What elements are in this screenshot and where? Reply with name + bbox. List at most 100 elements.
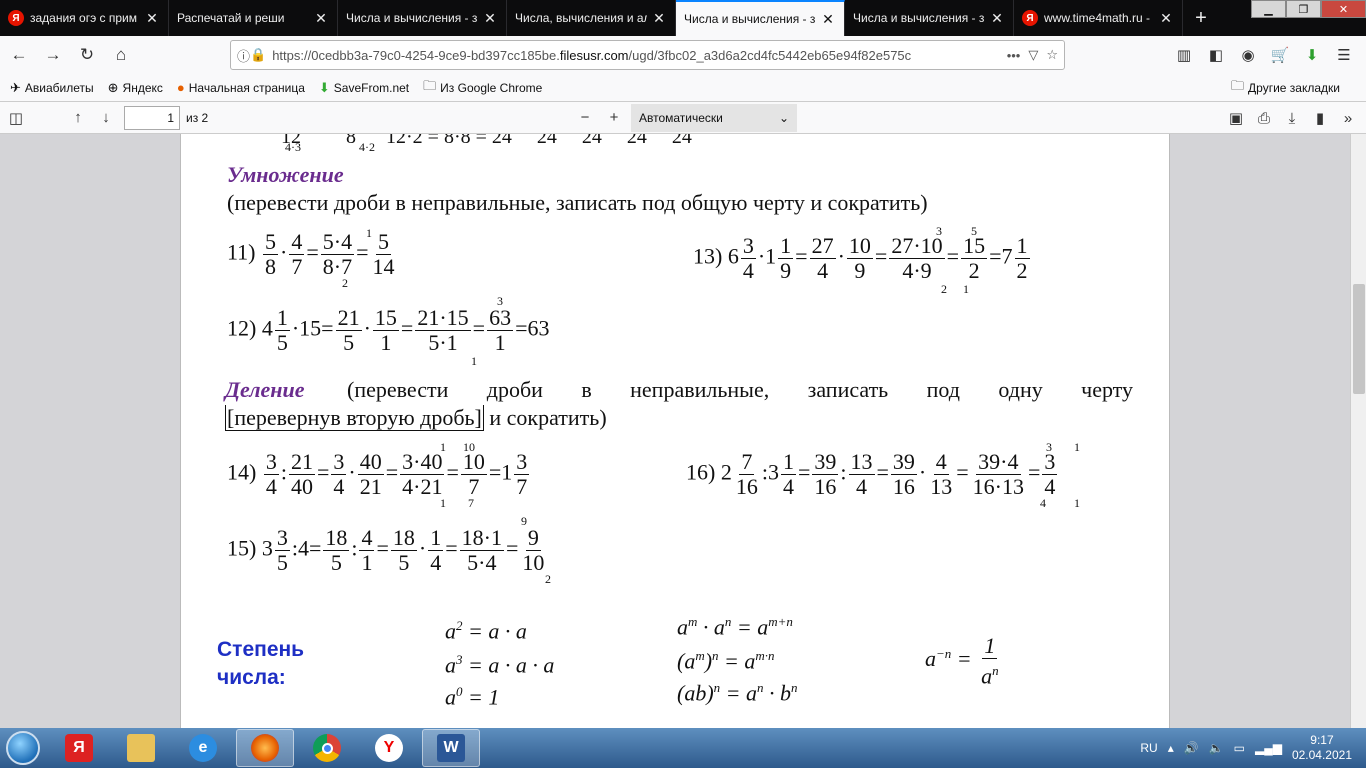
bookmark-4[interactable]: 🗀 Из Google Chrome <box>423 77 542 99</box>
scrollbar-thumb[interactable] <box>1353 284 1365 394</box>
minimize-icon[interactable]: ▁ <box>1251 0 1286 18</box>
url-text[interactable]: https://0cedbb3a-79c0-4254-9ce9-bd397cc1… <box>272 48 1006 63</box>
bookmark-label: Другие закладки <box>1248 80 1340 95</box>
start-button[interactable] <box>0 728 46 768</box>
div-description-2: [перевернув вторую дробь] и сократить) <box>225 405 607 431</box>
star-icon[interactable]: ☆ <box>1046 47 1058 63</box>
close-tab-icon[interactable]: ✕ <box>989 10 1005 27</box>
forward-icon[interactable]: → <box>38 40 68 70</box>
bookmark-label: SaveFrom.net <box>333 80 410 95</box>
page-down-icon[interactable]: ↓ <box>92 104 120 132</box>
bookmark-icon[interactable]: ▮ <box>1306 104 1334 132</box>
menu-icon[interactable]: ☰ <box>1328 40 1360 70</box>
taskbar-firefox[interactable] <box>236 729 294 767</box>
word-icon: W <box>437 734 465 762</box>
print-icon[interactable]: ⎙ <box>1250 104 1278 132</box>
close-tab-icon[interactable]: ✕ <box>144 10 160 27</box>
page-up-icon[interactable]: ↑ <box>64 104 92 132</box>
other-bookmarks[interactable]: 🗀 Другие закладки <box>1231 77 1340 99</box>
taskbar-word[interactable]: W <box>422 729 480 767</box>
power-rule-5: (am)n = am·n <box>677 648 775 674</box>
taskbar-chrome[interactable] <box>298 729 356 767</box>
clock[interactable]: 9:17 02.04.2021 <box>1292 733 1352 763</box>
close-tab-icon[interactable]: ✕ <box>820 11 836 28</box>
language-indicator[interactable]: RU <box>1140 741 1157 755</box>
close-tab-icon[interactable]: ✕ <box>1158 10 1174 27</box>
tray-arrow-icon[interactable]: ▴ <box>1168 741 1174 755</box>
div-description: (перевести дроби в неправильные, записат… <box>347 377 1133 402</box>
close-tab-icon[interactable]: ✕ <box>651 10 667 27</box>
sidebar-toggle-icon[interactable]: ◫ <box>2 104 30 132</box>
bookmark-2[interactable]: ● Начальная страница <box>177 80 305 95</box>
tab-title: www.time4math.ru - <box>1044 11 1151 25</box>
network-icon[interactable]: ▂▄▆ <box>1255 741 1282 755</box>
pocket-icon[interactable]: ▽ <box>1028 47 1038 63</box>
scrollbar[interactable] <box>1350 134 1366 728</box>
power-rule-1: a2 = a · a <box>445 618 527 644</box>
note: 1 <box>440 496 446 510</box>
presentation-icon[interactable]: ▣ <box>1222 104 1250 132</box>
close-tab-icon[interactable]: ✕ <box>482 10 498 27</box>
tab-6[interactable]: Яwww.time4math.ru - ✕ <box>1014 0 1183 36</box>
clock-time: 9:17 <box>1310 733 1334 747</box>
download-icon[interactable]: ⬇ <box>1296 40 1328 70</box>
sidebar-icon[interactable]: ◧ <box>1200 40 1232 70</box>
close-tab-icon[interactable]: ✕ <box>313 10 329 27</box>
back-icon[interactable]: ← <box>4 40 34 70</box>
pdf-page: 12 8 12·2 = 8·8 = 24 24 24 24 24 4·3 4·2… <box>180 134 1170 728</box>
tab-3[interactable]: Числа, вычисления и ал ✕ <box>507 0 676 36</box>
url-prefix: https://0cedbb3a-79c0-4254-9ce9-bd397cc1… <box>272 47 560 63</box>
zoom-in-icon[interactable]: + <box>600 104 628 132</box>
note: 1 <box>366 226 372 240</box>
note: 4·3 <box>285 140 301 154</box>
url-bar[interactable]: ⓘ 🔒 https://0cedbb3a-79c0-4254-9ce9-bd39… <box>230 40 1065 70</box>
url-path: /ugd/3fbc02_a3d6a2cd4fc5442eb65e94f82e57… <box>628 47 912 63</box>
lock-icon: 🔒 <box>250 47 267 62</box>
example-11: 11) 5 8 · 4 7 = 5·4 8·7 = 5 14 <box>227 229 395 279</box>
home-icon[interactable]: ⌂ <box>106 40 136 70</box>
taskbar-yandex[interactable]: Y <box>360 729 418 767</box>
tab-0[interactable]: Язадания огэ с прим ✕ <box>0 0 169 36</box>
tab-1[interactable]: ◔Распечатай и реши✕ <box>169 0 338 36</box>
page-number-input[interactable]: 1 <box>124 105 180 130</box>
tools-icon[interactable]: » <box>1334 104 1362 132</box>
info-icon[interactable]: ⓘ <box>237 46 250 65</box>
more-icon[interactable]: ••• <box>1007 48 1021 63</box>
firefox-icon: ● <box>176 80 185 95</box>
chevron-down-icon: ⌄ <box>778 111 789 125</box>
cart-icon[interactable]: 🛒 <box>1264 40 1296 70</box>
new-tab-button[interactable]: + <box>1183 0 1219 36</box>
pdf-viewer[interactable]: 12 8 12·2 = 8·8 = 24 24 24 24 24 4·3 4·2… <box>0 134 1366 728</box>
tab-title: Числа, вычисления и ал <box>515 11 647 25</box>
div-note-tail: и сократить) <box>483 405 607 430</box>
system-tray: RU ▴ 🔊 🔈 ▭ ▂▄▆ 9:17 02.04.2021 <box>1135 728 1366 768</box>
zoom-out-icon[interactable]: − <box>571 104 599 132</box>
tab-title: Числа и вычисления - з <box>346 11 478 25</box>
power-rule-2: a3 = a · a · a <box>445 652 555 678</box>
zoom-select[interactable]: Автоматически ⌄ <box>631 104 797 132</box>
maximize-icon[interactable]: ❐ <box>1286 0 1321 18</box>
note: 10 <box>463 440 475 454</box>
reload-icon[interactable]: ↻ <box>72 40 102 70</box>
bookmark-1[interactable]: ⊕ Яндекс <box>108 80 163 96</box>
bookmark-label: Яндекс <box>122 80 163 95</box>
taskbar-yandex-browser[interactable]: Я <box>50 729 108 767</box>
library-icon[interactable]: ▥ <box>1168 40 1200 70</box>
account-icon[interactable]: ◉ <box>1232 40 1264 70</box>
taskbar-ie[interactable]: e <box>174 729 232 767</box>
tab-5[interactable]: Числа и вычисления - з ✕ <box>845 0 1014 36</box>
bookmark-3[interactable]: ⬇ SaveFrom.net <box>319 80 409 96</box>
mute-icon[interactable]: 🔈 <box>1209 741 1224 755</box>
tab-4[interactable]: Числа и вычисления - з ✕ <box>676 0 845 36</box>
power-icon[interactable]: ▭ <box>1234 741 1245 755</box>
toolbar-right: ▥ ◧ ◉ 🛒 ⬇ ☰ <box>1168 40 1360 70</box>
volume-icon[interactable]: 🔊 <box>1184 741 1199 755</box>
save-icon[interactable]: ⤓ <box>1278 104 1306 132</box>
power-heading: Степень числа: <box>217 636 304 692</box>
example-15: 15) 3 3 5:4= 18 5:4 1 = 18 5 · 1 4 = 18·1 5·4 = 9 10 <box>227 525 545 575</box>
close-window-icon[interactable]: ✕ <box>1321 0 1366 18</box>
taskbar-explorer[interactable] <box>112 729 170 767</box>
bookmark-0[interactable]: ✈ Авиабилеты <box>10 80 94 96</box>
power-rule-3: a0 = 1 <box>445 684 500 710</box>
tab-2[interactable]: Числа и вычисления - з ✕ <box>338 0 507 36</box>
